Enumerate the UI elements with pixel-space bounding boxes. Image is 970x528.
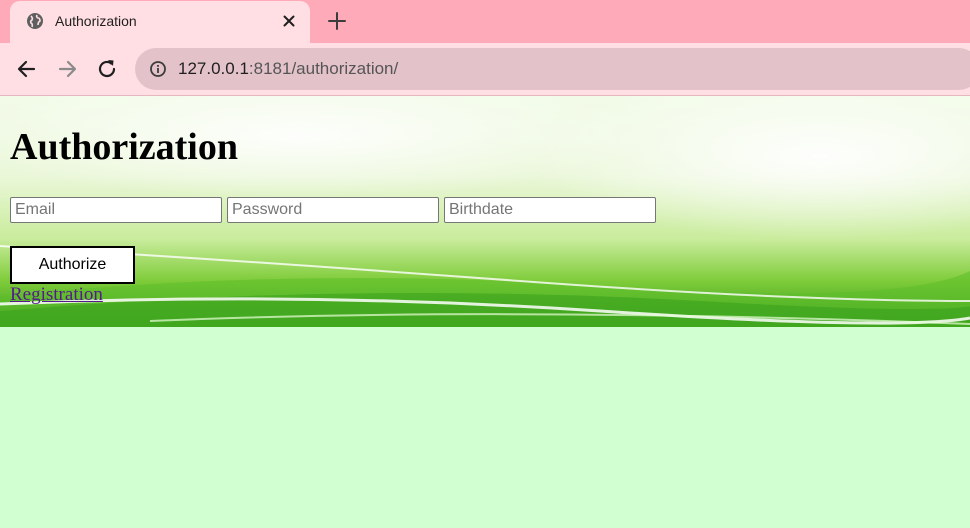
registration-link[interactable]: Registration bbox=[10, 284, 103, 306]
page-title: Authorization bbox=[10, 126, 238, 168]
authorize-button[interactable]: Authorize bbox=[10, 246, 135, 284]
url-host: 127.0.0.1 bbox=[178, 59, 249, 78]
arrow-left-icon[interactable] bbox=[14, 56, 40, 82]
password-field[interactable] bbox=[227, 197, 439, 223]
arrow-right-icon[interactable] bbox=[54, 56, 80, 82]
tab-title: Authorization bbox=[55, 13, 137, 29]
info-icon[interactable] bbox=[149, 60, 167, 78]
url-text[interactable]: 127.0.0.1:8181/authorization/ bbox=[178, 59, 398, 79]
browser-tabstrip: Authorization bbox=[0, 0, 970, 43]
browser-toolbar: 127.0.0.1:8181/authorization/ bbox=[0, 43, 970, 96]
address-bar[interactable]: 127.0.0.1:8181/authorization/ bbox=[135, 48, 970, 90]
url-path: :8181/authorization/ bbox=[248, 59, 399, 78]
birthdate-field[interactable] bbox=[444, 197, 656, 223]
email-field[interactable] bbox=[10, 197, 222, 223]
reload-icon[interactable] bbox=[94, 56, 120, 82]
globe-icon bbox=[27, 13, 43, 29]
page-viewport: Authorization Authorize Registration bbox=[0, 96, 970, 528]
close-icon[interactable] bbox=[280, 12, 298, 30]
plus-icon[interactable] bbox=[326, 10, 348, 32]
browser-tab[interactable]: Authorization bbox=[10, 1, 310, 43]
